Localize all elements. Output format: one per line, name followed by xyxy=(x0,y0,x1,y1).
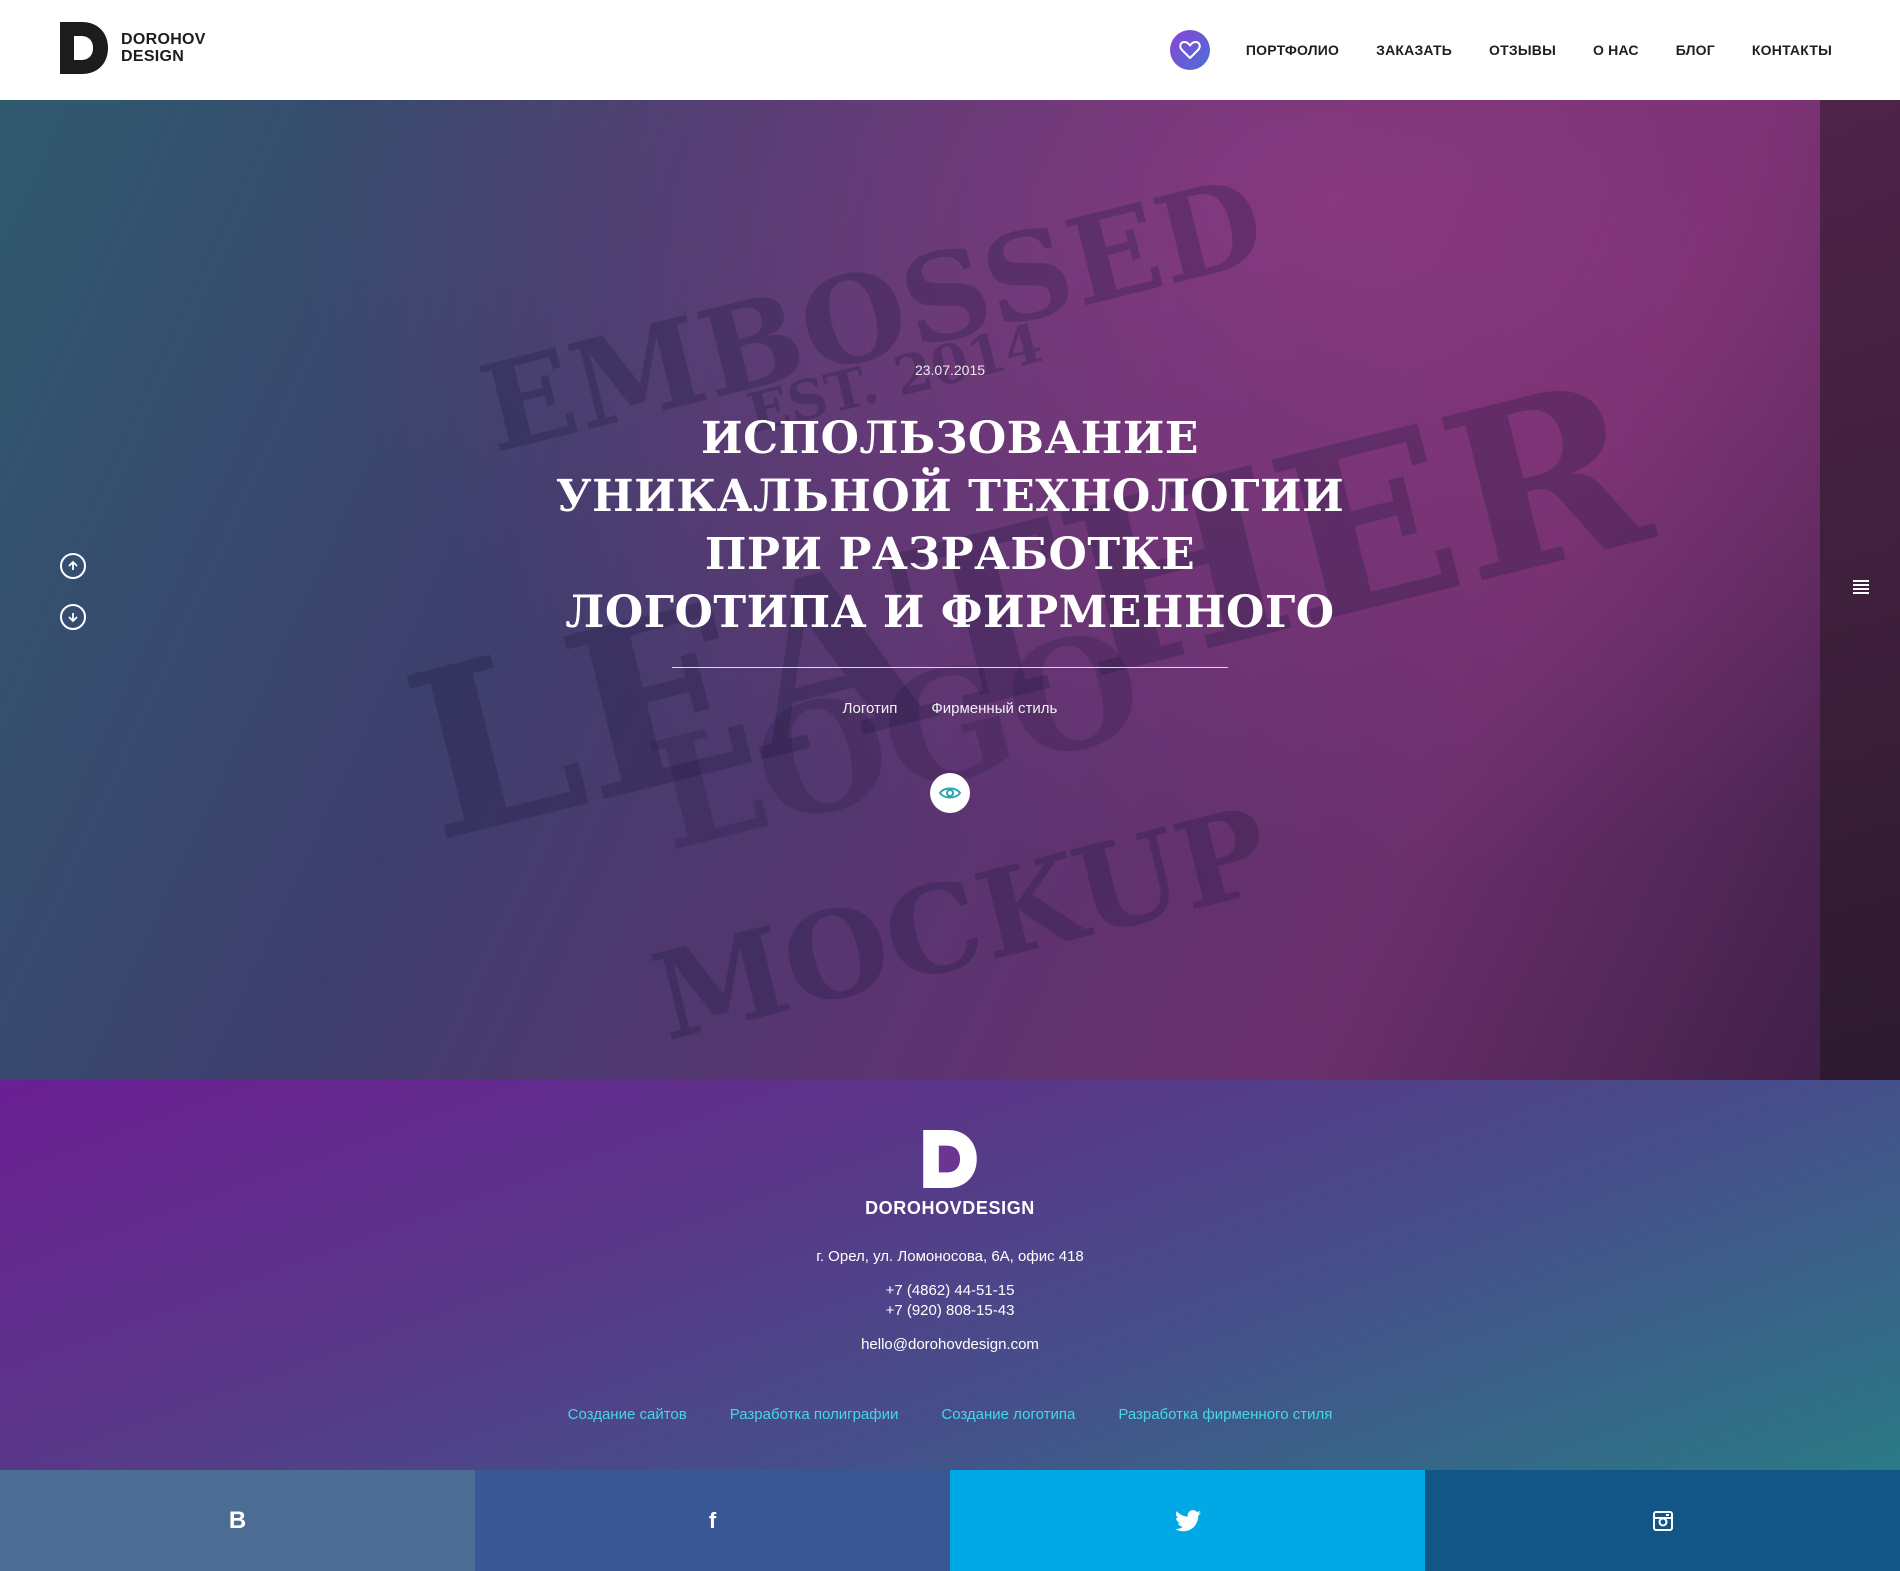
twitter-button[interactable] xyxy=(950,1470,1425,1571)
tag-brand-identity[interactable]: Фирменный стиль xyxy=(931,700,1057,717)
nav-item-about[interactable]: О НАС xyxy=(1593,42,1639,58)
menu-icon-bar xyxy=(1853,580,1869,582)
logo-wordmark: DOROHOV DESIGN xyxy=(121,31,206,65)
hero-section: EMBOSSED EST. 2014 LEATHER LOGO MOCKUP 2… xyxy=(0,100,1900,1080)
menu-icon[interactable] xyxy=(1853,580,1869,596)
heart-icon xyxy=(1179,41,1201,59)
footer-phone-1[interactable]: +7 (4862) 44-51-15 xyxy=(0,1282,1900,1299)
facebook-icon: f xyxy=(708,1507,717,1533)
favorites-button[interactable] xyxy=(1169,30,1210,70)
twitter-icon xyxy=(1174,1509,1201,1531)
vk-icon: B xyxy=(228,1506,247,1534)
logo-line-1: DOROHOV xyxy=(121,31,206,48)
footer-email[interactable]: hello@dorohovdesign.com xyxy=(0,1336,1900,1353)
post-tags: Логотип Фирменный стиль xyxy=(0,700,1900,717)
instagram-button[interactable] xyxy=(1425,1470,1900,1571)
arrow-down-icon xyxy=(68,613,78,623)
post-title-line-3: ПРИ РАЗРАБОТКЕ xyxy=(704,529,1196,580)
slide-arrows xyxy=(60,553,86,655)
site-footer: DOROHOVDESIGN г. Орел, ул. Ломоносова, 6… xyxy=(0,1080,1900,1470)
footer-link-logo[interactable]: Создание логотипа xyxy=(941,1406,1075,1423)
tag-logo[interactable]: Логотип xyxy=(843,700,898,717)
logo-d-icon xyxy=(60,22,108,74)
instagram-icon xyxy=(1652,1510,1673,1531)
nav-item-blog[interactable]: БЛОГ xyxy=(1676,42,1715,58)
main-nav: ПОРТФОЛИО ЗАКАЗАТЬ ОТЗЫВЫ О НАС БЛОГ КОН… xyxy=(1169,30,1832,70)
vk-button[interactable]: B xyxy=(0,1470,475,1571)
nav-item-portfolio[interactable]: ПОРТФОЛИО xyxy=(1246,42,1339,58)
post-title-line-2: УНИКАЛЬНОЙ ТЕХНОЛОГИИ xyxy=(555,471,1345,522)
post-title-line-4: ЛОГОТИПА И ФИРМЕННОГО xyxy=(565,587,1335,638)
social-bar: B f xyxy=(0,1470,1900,1571)
prev-slide-button[interactable] xyxy=(60,553,86,579)
view-post-button[interactable] xyxy=(930,773,970,813)
footer-brand-name: DOROHOVDESIGN xyxy=(865,1198,1035,1218)
footer-services-links: Создание сайтов Разработка полиграфии Со… xyxy=(0,1406,1900,1423)
footer-link-websites[interactable]: Создание сайтов xyxy=(568,1406,687,1423)
title-divider xyxy=(672,667,1228,668)
next-slide-button[interactable] xyxy=(60,604,86,630)
post-date: 23.07.2015 xyxy=(914,362,986,378)
site-header: DOROHOV DESIGN ПОРТФОЛИО ЗАКАЗАТЬ ОТЗЫВЫ… xyxy=(0,0,1900,100)
post-title-line-1: ИСПОЛЬЗОВАНИЕ xyxy=(701,413,1199,464)
post-title: ИСПОЛЬЗОВАНИЕ УНИКАЛЬНОЙ ТЕХНОЛОГИИ ПРИ … xyxy=(540,410,1360,642)
footer-link-print[interactable]: Разработка полиграфии xyxy=(730,1406,899,1423)
menu-icon-bar xyxy=(1853,592,1869,594)
footer-logo-d-icon xyxy=(923,1130,977,1188)
eye-icon xyxy=(939,787,961,799)
footer-logo[interactable]: DOROHOVDESIGN xyxy=(0,1130,1900,1219)
arrow-up-icon xyxy=(68,560,78,570)
footer-link-brand-identity[interactable]: Разработка фирменного стиля xyxy=(1118,1406,1332,1423)
footer-phone-2[interactable]: +7 (920) 808-15-43 xyxy=(0,1302,1900,1319)
nav-item-order[interactable]: ЗАКАЗАТЬ xyxy=(1376,42,1452,58)
footer-address: г. Орел, ул. Ломоносова, 6А, офис 418 xyxy=(816,1248,1084,1265)
logo-line-2: DESIGN xyxy=(121,48,185,65)
facebook-button[interactable]: f xyxy=(475,1470,950,1571)
nav-item-reviews[interactable]: ОТЗЫВЫ xyxy=(1489,42,1556,58)
menu-icon-bar xyxy=(1853,584,1869,586)
menu-icon-bar xyxy=(1853,588,1869,590)
nav-item-contacts[interactable]: КОНТАКТЫ xyxy=(1752,42,1832,58)
site-logo[interactable]: DOROHOV DESIGN xyxy=(60,22,206,74)
